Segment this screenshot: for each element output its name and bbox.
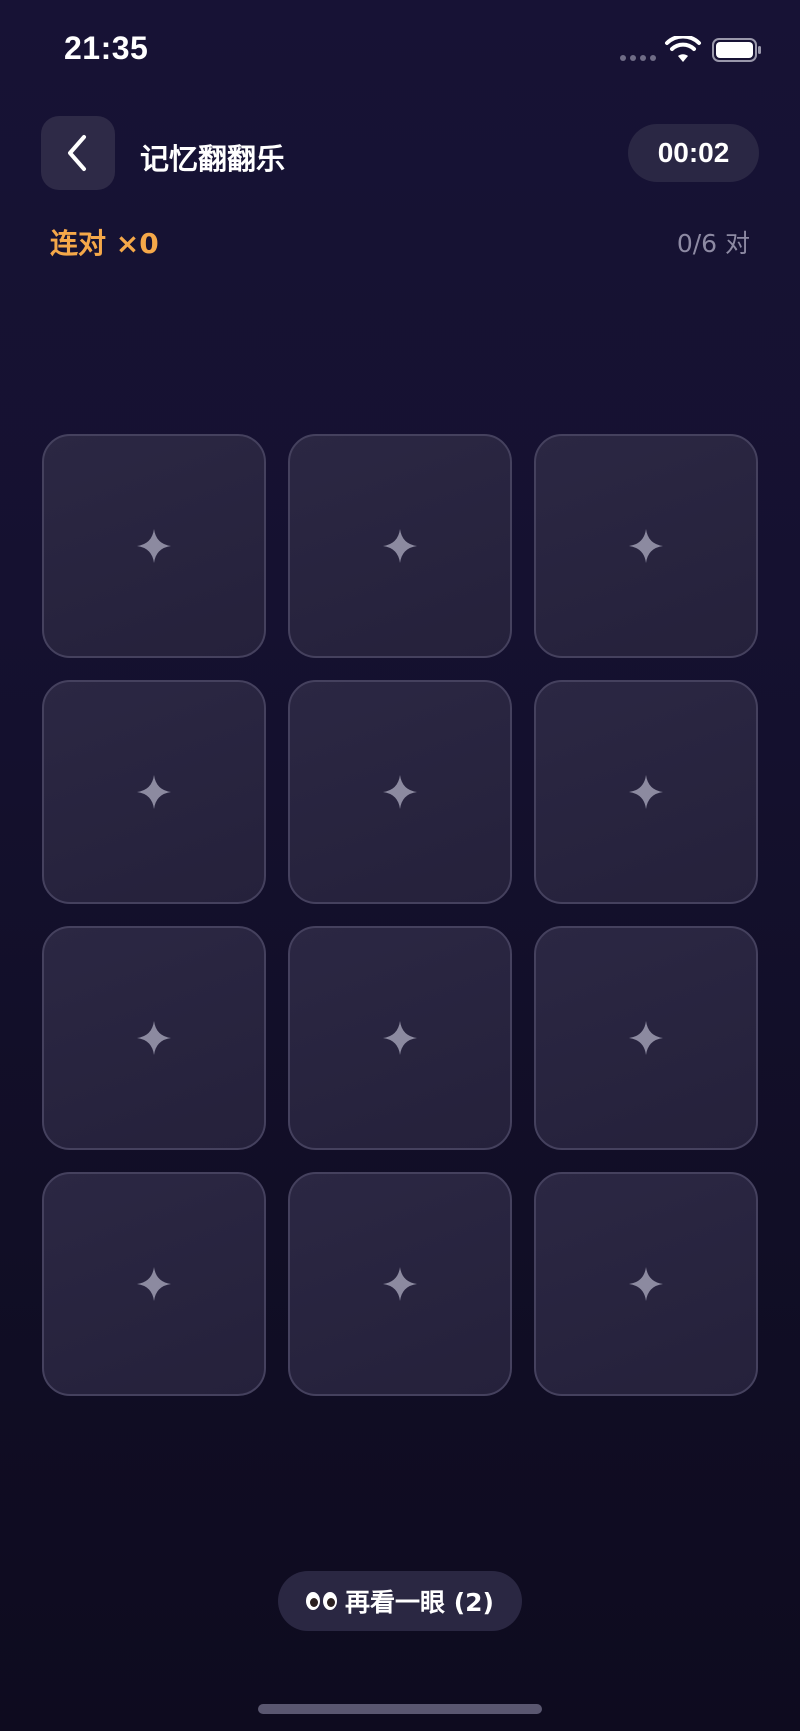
peek-label: 再看一眼 (2) [345, 1588, 494, 1617]
pairs-progress: 0/6 对 [676, 229, 750, 258]
sparkle-icon [629, 1021, 663, 1055]
sparkle-icon [383, 1021, 417, 1055]
memory-card[interactable] [42, 680, 266, 904]
page-title: 记忆翻翻乐 [140, 142, 286, 176]
sparkle-icon [137, 1267, 171, 1301]
chevron-left-icon [68, 135, 86, 171]
memory-card[interactable] [42, 434, 266, 658]
memory-card[interactable] [534, 1172, 758, 1396]
cellular-signal-icon [620, 55, 656, 61]
memory-card[interactable] [288, 680, 512, 904]
memory-card[interactable] [288, 1172, 512, 1396]
peek-button[interactable]: 再看一眼 (2) [278, 1571, 522, 1631]
home-indicator[interactable] [258, 1704, 542, 1714]
eyes-icon [306, 1592, 338, 1610]
sparkle-icon [383, 529, 417, 563]
sparkle-icon [629, 775, 663, 809]
battery-icon [712, 38, 761, 62]
sparkle-icon [383, 775, 417, 809]
memory-card[interactable] [534, 926, 758, 1150]
sparkle-icon [629, 1267, 663, 1301]
sparkle-icon [629, 529, 663, 563]
memory-card[interactable] [534, 680, 758, 904]
combo-counter: 连对 ×0 [50, 227, 159, 260]
timer: 00:02 [628, 124, 759, 182]
sparkle-icon [137, 529, 171, 563]
memory-card[interactable] [534, 434, 758, 658]
card-grid [42, 434, 759, 1396]
back-button[interactable] [41, 116, 115, 190]
sparkle-icon [137, 1021, 171, 1055]
sparkle-icon [137, 775, 171, 809]
memory-card[interactable] [42, 1172, 266, 1396]
wifi-icon [665, 36, 701, 62]
status-time: 21:35 [64, 30, 149, 66]
memory-card[interactable] [288, 926, 512, 1150]
memory-card[interactable] [42, 926, 266, 1150]
memory-card[interactable] [288, 434, 512, 658]
sparkle-icon [383, 1267, 417, 1301]
status-bar: 21:35 [0, 0, 800, 100]
